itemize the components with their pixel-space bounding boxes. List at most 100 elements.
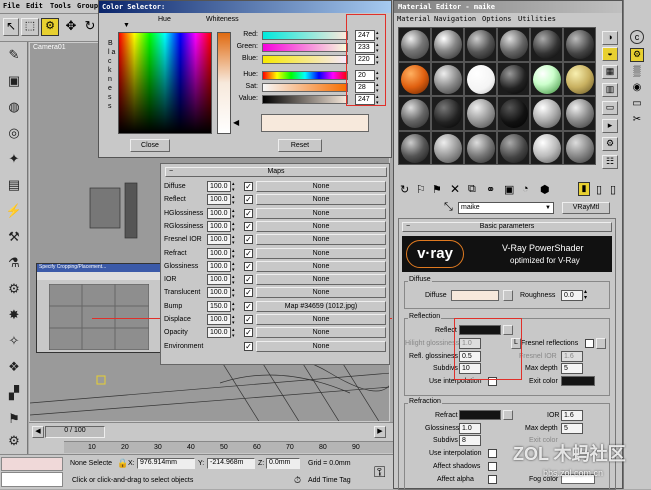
refract-color-swatch[interactable] (459, 410, 501, 420)
material-sample-slot[interactable] (398, 27, 431, 62)
material-sample-slot[interactable] (497, 61, 530, 96)
viewport-label[interactable]: Camera01 (33, 44, 66, 51)
basic-parameters-header[interactable]: − Basic parameters (402, 222, 612, 232)
spinner-icon[interactable]: ▴ ▾ (232, 234, 235, 246)
maxscript-listener[interactable] (1, 457, 63, 471)
go-forward-icon[interactable]: ▯ (610, 183, 616, 196)
hierarchy-icon[interactable]: ⚑ (3, 408, 25, 430)
spinner-icon[interactable]: ▴ ▾ (232, 248, 235, 260)
map-slot-button[interactable]: None (256, 207, 386, 219)
map-slot-button[interactable]: None (256, 340, 386, 352)
menu-utilities[interactable]: Utilities (518, 15, 556, 23)
spinner-icon[interactable]: ▴ ▾ (232, 287, 235, 299)
map-amount-field[interactable]: 100.0 (207, 260, 231, 272)
spinner-icon[interactable]: ▴ ▾ (232, 274, 235, 286)
fresnel-lock-button[interactable] (596, 338, 606, 349)
light-icon[interactable]: ✦ (3, 148, 25, 170)
material-sample-slot[interactable] (530, 130, 563, 165)
affect-alpha-checkbox[interactable] (488, 475, 497, 484)
material-type-button[interactable]: VRayMtl (562, 202, 610, 214)
menu-tools[interactable]: Tools (50, 2, 71, 10)
color-selector-titlebar[interactable]: Color Selector: (99, 1, 391, 13)
map-amount-field[interactable]: 100.0 (207, 247, 231, 259)
make-unique-icon[interactable]: ⚭ (486, 183, 495, 196)
time-forward-icon[interactable]: ▶ (374, 426, 386, 438)
whiteness-pointer-icon[interactable]: ◀ (233, 118, 239, 127)
fresnel-checkbox[interactable] (585, 339, 594, 348)
spinner-icon[interactable]: ▴ ▾ (232, 301, 235, 313)
bucket-icon[interactable]: ⚗ (3, 252, 25, 274)
show-map-icon[interactable]: ⬢ (540, 183, 550, 196)
reset-button[interactable]: Reset (278, 139, 322, 152)
refr-ior-field[interactable]: 1.6 (561, 410, 583, 421)
time-back-icon[interactable]: ◀ (32, 426, 44, 438)
hierarchy-panel-icon[interactable]: ▒ (630, 66, 644, 80)
color-channel-slider[interactable] (262, 43, 348, 52)
material-sample-slot[interactable] (497, 130, 530, 165)
tools-icon[interactable]: ⚙ (3, 278, 25, 300)
material-sample-slot[interactable] (497, 27, 530, 62)
map-amount-field[interactable]: 100.0 (207, 194, 231, 206)
map-enable-checkbox[interactable] (244, 182, 253, 191)
go-to-parent-icon[interactable]: ▯ (596, 183, 602, 196)
refl-exit-color-swatch[interactable] (561, 376, 595, 386)
menu-material[interactable]: Material (397, 15, 431, 23)
map-enable-checkbox[interactable] (244, 275, 253, 285)
options-icon[interactable]: ⚙ (602, 137, 618, 151)
z-field[interactable]: 0.0mm (266, 458, 300, 469)
material-effects-icon[interactable]: ◔ (522, 183, 529, 195)
wand-icon[interactable]: ✸ (3, 304, 25, 326)
create-icon[interactable]: ✎ (3, 44, 25, 66)
color-channel-slider[interactable] (262, 95, 348, 104)
material-sample-slot[interactable] (431, 96, 464, 131)
move-icon[interactable]: ✥ (63, 18, 79, 36)
menu-edit[interactable]: Edit (26, 2, 43, 10)
material-sample-slot[interactable] (464, 96, 497, 131)
map-enable-checkbox[interactable] (244, 235, 253, 245)
map-slot-button[interactable]: None (256, 260, 386, 272)
close-button[interactable]: Close (130, 139, 170, 152)
sphere-icon[interactable]: ◍ (3, 96, 25, 118)
map-enable-checkbox[interactable] (244, 195, 253, 205)
color-channel-slider[interactable] (262, 83, 348, 92)
material-editor-titlebar[interactable]: Material Editor - maike (394, 1, 622, 13)
select-by-material-icon[interactable]: ☷ (602, 155, 618, 169)
material-sample-slot[interactable] (431, 27, 464, 62)
material-sample-slot[interactable] (563, 96, 596, 131)
modify-panel-icon[interactable]: ⚙ (630, 48, 644, 62)
key-icon[interactable]: ⚿ (374, 464, 385, 481)
map-amount-field[interactable]: 150.0 (207, 300, 231, 312)
modifier-icon[interactable]: ❖ (3, 356, 25, 378)
spinner-icon[interactable]: ▴ ▾ (232, 327, 235, 339)
material-name-field[interactable]: maike ▼ (458, 202, 554, 214)
map-slot-button[interactable]: None (256, 194, 386, 206)
diffuse-map-button[interactable] (503, 290, 513, 301)
stair-icon[interactable]: ▞ (3, 382, 25, 404)
maps-rollout-header[interactable]: − Maps (165, 167, 387, 177)
material-sample-slot[interactable] (398, 96, 431, 131)
map-slot-button[interactable]: None (256, 181, 386, 192)
map-amount-field[interactable]: 100.0 (207, 207, 231, 219)
map-slot-button[interactable]: None (256, 314, 386, 325)
menu-navigation[interactable]: Navigation (434, 15, 476, 23)
map-amount-field[interactable]: 100.0 (207, 327, 231, 339)
material-sample-slot[interactable] (398, 130, 431, 165)
box-icon[interactable]: ▣ (3, 70, 25, 92)
map-slot-button[interactable]: None (256, 287, 386, 299)
material-sample-slot[interactable] (530, 27, 563, 62)
map-enable-checkbox[interactable] (244, 208, 253, 218)
rotate-icon[interactable]: ↻ (82, 18, 98, 36)
map-slot-button[interactable]: None (256, 274, 386, 286)
map-amount-field[interactable]: 100.0 (207, 287, 231, 299)
add-time-tag-button[interactable]: Add Time Tag (308, 477, 351, 484)
material-sample-slot[interactable] (431, 61, 464, 96)
spinner-icon[interactable]: ▴ ▾ (232, 261, 235, 273)
brush-icon[interactable]: ⚒ (3, 226, 25, 248)
material-sample-slot[interactable] (530, 61, 563, 96)
get-material-icon[interactable]: ↻ (400, 183, 409, 196)
refr-max-depth-field[interactable]: 5 (561, 423, 583, 434)
spinner-icon[interactable]: ▴ ▾ (232, 194, 235, 206)
hue-picker[interactable] (118, 32, 212, 134)
show-end-result-icon[interactable]: ▮ (578, 182, 590, 196)
select-region-icon[interactable]: ⬚ (21, 18, 39, 36)
